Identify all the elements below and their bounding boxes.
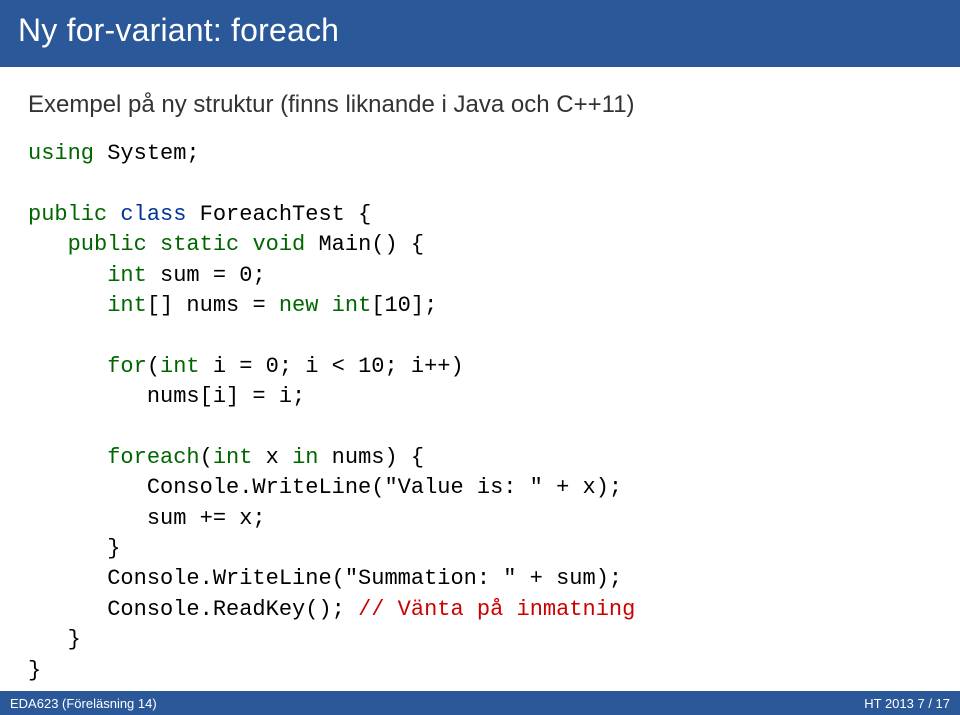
code-token: int <box>160 354 200 379</box>
code-token: void <box>239 232 305 257</box>
code-token: } <box>28 658 41 683</box>
code-block: using System; public class ForeachTest {… <box>28 139 932 685</box>
code-comment: // Vänta på inmatning <box>358 597 635 622</box>
code-token: int <box>28 293 147 318</box>
code-token: static <box>147 232 239 257</box>
code-token: Main() { <box>305 232 424 257</box>
code-token: [] nums = <box>147 293 279 318</box>
code-token: } <box>28 627 81 652</box>
title-bar: Ny for-variant: foreach <box>0 0 960 67</box>
code-token: nums) { <box>318 445 424 470</box>
code-token: } <box>28 536 120 561</box>
code-token: class <box>107 202 186 227</box>
code-token: ( <box>147 354 160 379</box>
slide-body: Exempel på ny struktur (finns liknande i… <box>0 67 960 686</box>
footer-left: EDA623 (Föreläsning 14) <box>10 696 157 711</box>
code-token: int <box>318 293 371 318</box>
code-token: foreach <box>28 445 200 470</box>
code-token: x <box>252 445 292 470</box>
code-token: using <box>28 141 94 166</box>
code-token: [10]; <box>371 293 437 318</box>
code-token: int <box>213 445 253 470</box>
intro-text: Exempel på ny struktur (finns liknande i… <box>28 89 932 121</box>
code-token: Console.ReadKey(); <box>28 597 358 622</box>
code-token: sum = 0; <box>147 263 266 288</box>
code-token: sum += x; <box>28 506 266 531</box>
code-token: Console.WriteLine("Summation: " + sum); <box>28 566 622 591</box>
code-token: for <box>28 354 147 379</box>
code-token: public <box>28 232 147 257</box>
code-token: public <box>28 202 107 227</box>
footer-right: HT 2013 7 / 17 <box>864 696 950 711</box>
code-token: nums[i] = i; <box>28 384 305 409</box>
code-token: ForeachTest { <box>186 202 371 227</box>
code-token: ( <box>200 445 213 470</box>
code-token: in <box>292 445 318 470</box>
footer-bar: EDA623 (Föreläsning 14) HT 2013 7 / 17 <box>0 691 960 715</box>
code-token: i = 0; i < 10; i++) <box>200 354 464 379</box>
code-token: int <box>28 263 147 288</box>
code-token: Console.WriteLine("Value is: " + x); <box>28 475 622 500</box>
slide: Ny for-variant: foreach Exempel på ny st… <box>0 0 960 715</box>
slide-title: Ny for-variant: foreach <box>18 12 942 49</box>
code-token: new <box>279 293 319 318</box>
code-token: System; <box>94 141 200 166</box>
